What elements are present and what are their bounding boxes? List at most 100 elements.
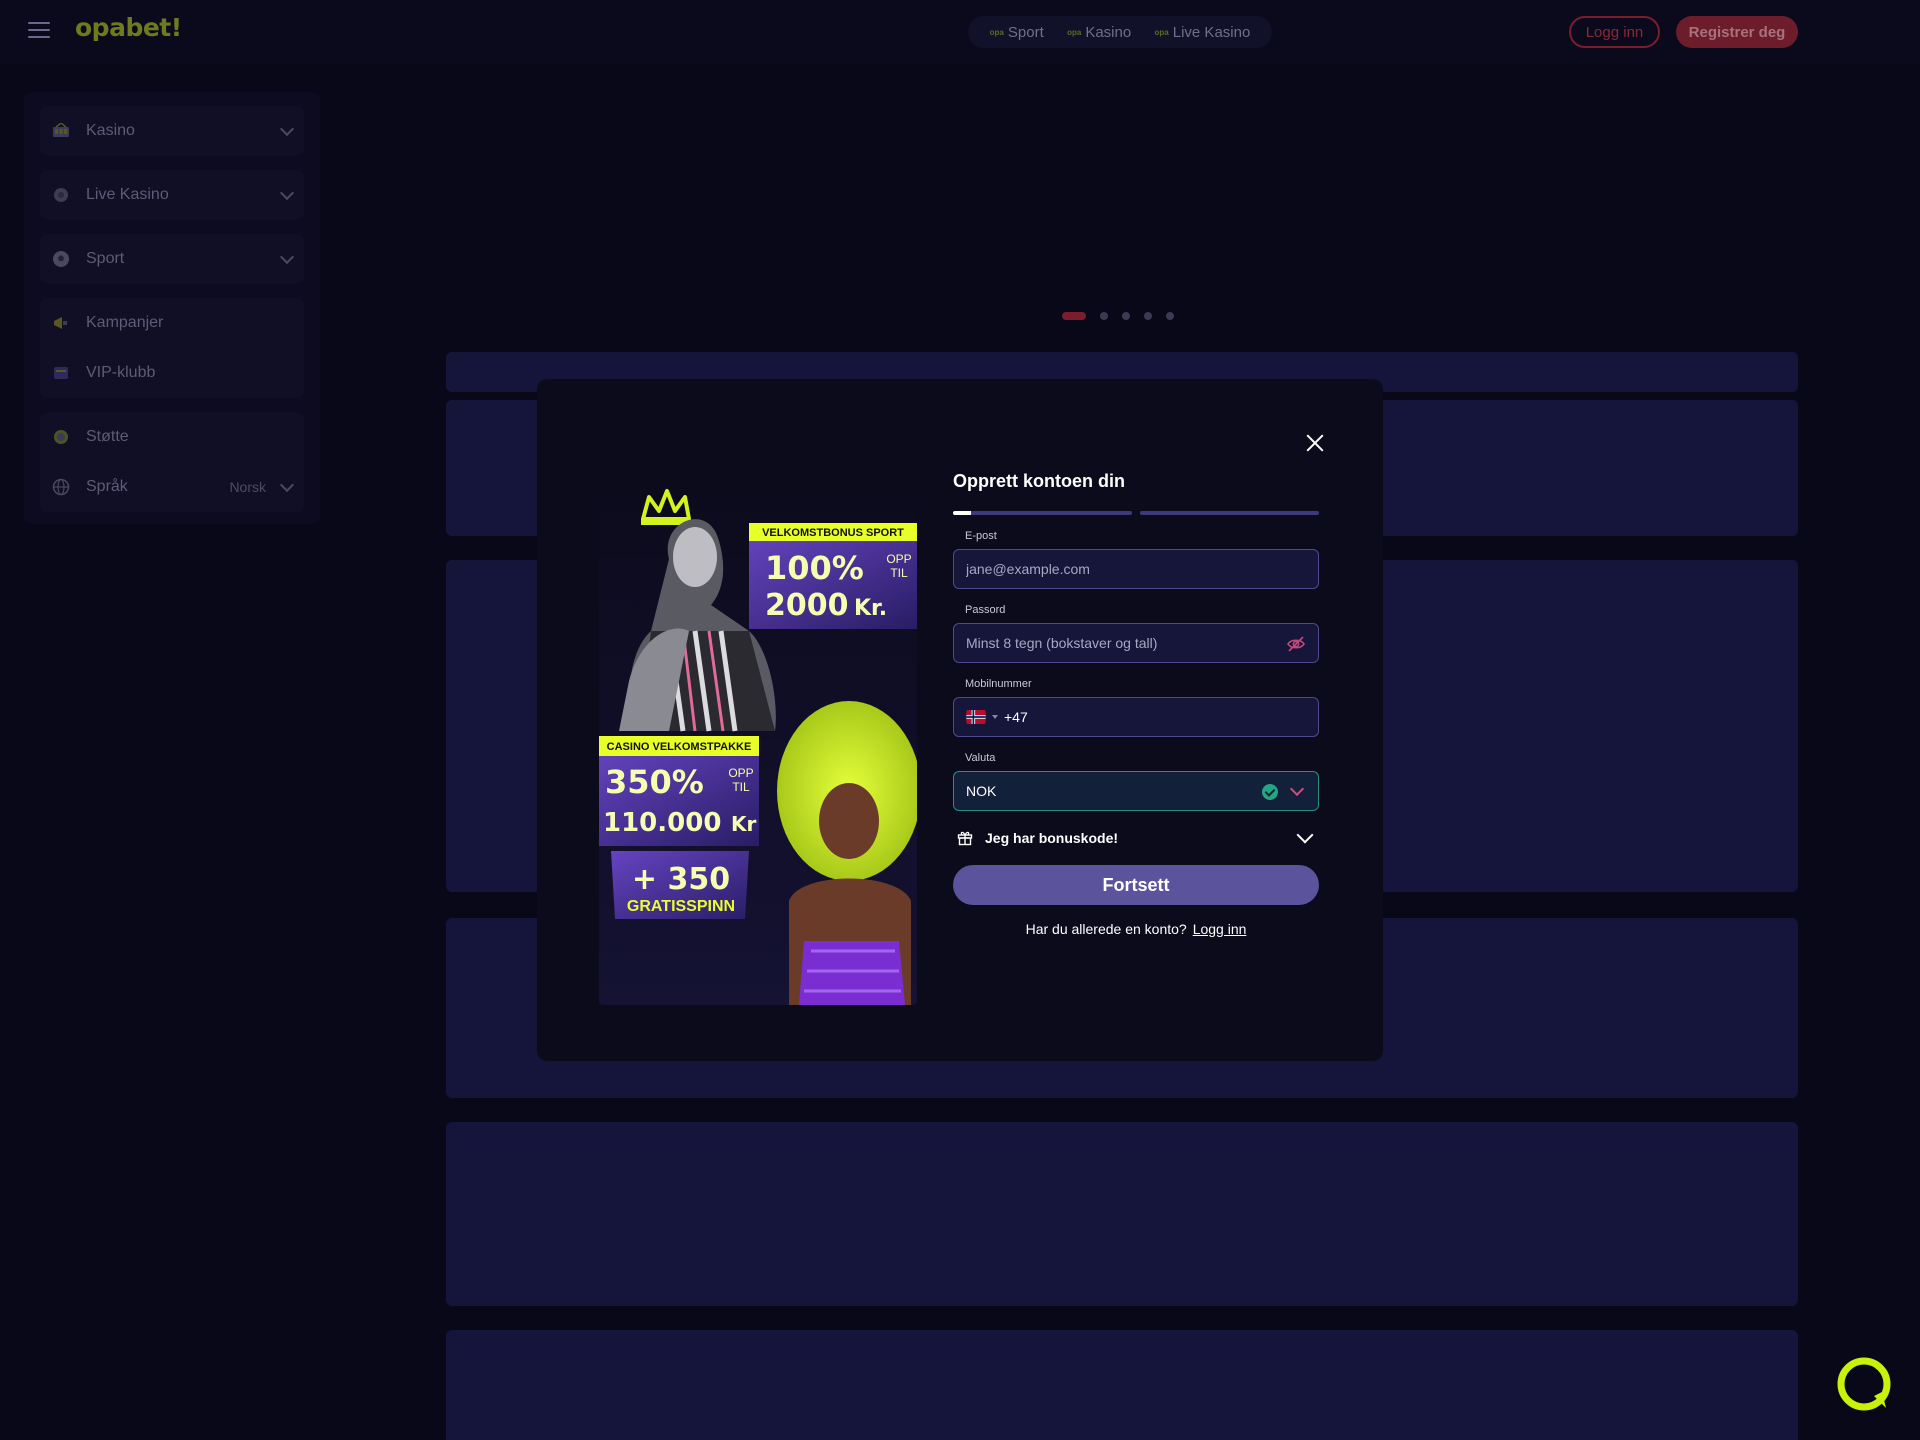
signup-form: Opprett kontoen din E-post Passord Mobil… — [953, 471, 1319, 937]
chevron-down-icon — [279, 121, 295, 137]
sidebar-group-sport: Sport — [40, 234, 304, 284]
gift-icon — [957, 831, 973, 846]
opa-mini-logo: opa — [1067, 27, 1082, 37]
chevron-down-icon — [279, 249, 295, 265]
globe-icon — [52, 478, 70, 496]
language-value: Norsk — [229, 479, 266, 495]
sidebar-item-sport[interactable]: Sport — [40, 234, 304, 284]
spins-label: GRATISSPINN — [627, 898, 735, 915]
check-circle-icon — [1262, 784, 1278, 800]
casino-currency: Kr — [731, 812, 756, 836]
chevron-down-icon — [279, 185, 295, 201]
sidebar-item-kasino[interactable]: Kasino — [40, 106, 304, 156]
sidebar-item-sprak[interactable]: Språk Norsk — [40, 462, 304, 512]
carousel-dot[interactable] — [1144, 312, 1152, 320]
sidebar-item-label: Støtte — [86, 428, 129, 445]
phone-field-wrapper: +47 — [953, 697, 1319, 737]
currency-label: Valuta — [965, 752, 996, 764]
sidebar-item-label: Språk — [86, 478, 128, 495]
signup-modal: VELKOMSTBONUS SPORT 100% OPP TIL 2000 Kr… — [537, 379, 1383, 1061]
carousel-dots — [1062, 312, 1174, 320]
close-icon[interactable] — [1303, 431, 1327, 455]
chevron-down-icon — [1289, 781, 1305, 797]
top-nav-label: Sport — [1007, 23, 1044, 41]
sidebar-group-promos: Kampanjer VIP-klubb — [40, 298, 304, 398]
currency-value: NOK — [966, 783, 997, 799]
sidebar-item-stotte[interactable]: Støtte — [40, 412, 304, 462]
content-placeholder — [446, 1122, 1798, 1306]
carousel-dot[interactable] — [1122, 312, 1130, 320]
megaphone-icon — [52, 314, 70, 332]
sidebar-item-kampanjer[interactable]: Kampanjer — [40, 298, 304, 348]
sidebar-item-label: VIP-klubb — [86, 364, 156, 381]
have-account-row: Har du allerede en konto? Logg inn — [953, 921, 1319, 937]
top-nav-kasino[interactable]: opa Kasino — [1067, 24, 1131, 41]
sidebar-item-label: Kasino — [86, 122, 135, 139]
top-nav-sport[interactable]: opa Sport — [990, 24, 1044, 41]
sidebar-item-vip-klubb[interactable]: VIP-klubb — [40, 348, 304, 398]
opa-mini-logo: opa — [1154, 27, 1169, 37]
content-placeholder — [446, 1330, 1798, 1440]
modal-login-link[interactable]: Logg inn — [1193, 921, 1247, 937]
bonus-code-label: Jeg har bonuskode! — [985, 830, 1119, 846]
sidebar-group-kasino: Kasino — [40, 106, 304, 156]
norway-flag-icon[interactable] — [966, 710, 986, 724]
have-account-text: Har du allerede en konto? — [1025, 921, 1187, 937]
kasino-icon — [52, 122, 70, 140]
carousel-dot[interactable] — [1166, 312, 1174, 320]
vip-icon — [52, 364, 70, 382]
continue-button[interactable]: Fortsett — [953, 865, 1319, 905]
carousel-dot-active[interactable] — [1062, 312, 1086, 320]
phone-label: Mobilnummer — [965, 678, 1032, 690]
sidebar-item-label: Sport — [86, 250, 125, 267]
live-kasino-icon — [52, 186, 70, 204]
casino-badge: CASINO VELKOMSTPAKKE — [607, 741, 752, 753]
progress-step-2 — [1140, 511, 1319, 515]
email-field-wrapper — [953, 549, 1319, 589]
casino-opp: OPP — [728, 766, 753, 780]
progress-step-1-fill — [953, 511, 971, 515]
support-icon — [52, 428, 70, 446]
chat-support-icon[interactable] — [1836, 1356, 1892, 1412]
header-login-button[interactable]: Logg inn — [1569, 16, 1660, 48]
email-field[interactable] — [966, 561, 1306, 577]
casino-amount: 110.000 — [603, 808, 721, 838]
casino-til: TIL — [732, 780, 750, 794]
top-nav: opa Sport opa Kasino opa Live Kasino — [968, 16, 1272, 48]
modal-title: Opprett kontoen din — [953, 471, 1125, 491]
eye-off-icon[interactable] — [1286, 634, 1306, 654]
password-field-wrapper — [953, 623, 1319, 663]
top-header: opabet! opa Sport opa Kasino opa Live Ka… — [0, 0, 1920, 64]
progress-step-1 — [953, 511, 1132, 515]
casino-percent: 350% — [605, 763, 704, 801]
sport-ball-icon — [52, 250, 70, 268]
currency-select[interactable]: NOK — [953, 771, 1319, 811]
bonus-code-toggle[interactable]: Jeg har bonuskode! — [953, 825, 1319, 851]
country-caret-icon[interactable] — [992, 715, 998, 719]
sidebar-item-label: Kampanjer — [86, 314, 164, 331]
carousel-dot[interactable] — [1100, 312, 1108, 320]
password-label: Passord — [965, 604, 1006, 616]
top-nav-live-kasino[interactable]: opa Live Kasino — [1155, 24, 1251, 41]
sport-til: TIL — [890, 566, 908, 580]
top-nav-label: Live Kasino — [1172, 23, 1251, 41]
promo-banner: VELKOMSTBONUS SPORT 100% OPP TIL 2000 Kr… — [599, 481, 917, 1005]
sport-opp: OPP — [886, 552, 911, 566]
hamburger-menu-icon[interactable] — [28, 22, 50, 40]
top-nav-label: Kasino — [1085, 23, 1132, 41]
sport-badge: VELKOMSTBONUS SPORT — [762, 527, 904, 539]
sidebar-item-live-kasino[interactable]: Live Kasino — [40, 170, 304, 220]
chevron-down-icon — [1296, 826, 1314, 844]
site-logo[interactable]: opabet! — [75, 13, 182, 42]
password-field[interactable] — [966, 635, 1306, 651]
header-register-button[interactable]: Registrer deg — [1676, 16, 1798, 48]
signup-progress — [953, 511, 1319, 515]
sidebar-group-settings: Støtte Språk Norsk — [40, 412, 304, 512]
sport-currency: Kr. — [854, 596, 887, 621]
email-label: E-post — [965, 530, 997, 542]
opa-mini-logo: opa — [989, 27, 1004, 37]
sidebar: Kasino Live Kasino Sport Kampanjer VIP-k… — [24, 92, 320, 524]
chevron-down-icon — [279, 477, 295, 493]
spins-amount: + 350 — [632, 862, 730, 897]
sidebar-item-label: Live Kasino — [86, 186, 169, 203]
